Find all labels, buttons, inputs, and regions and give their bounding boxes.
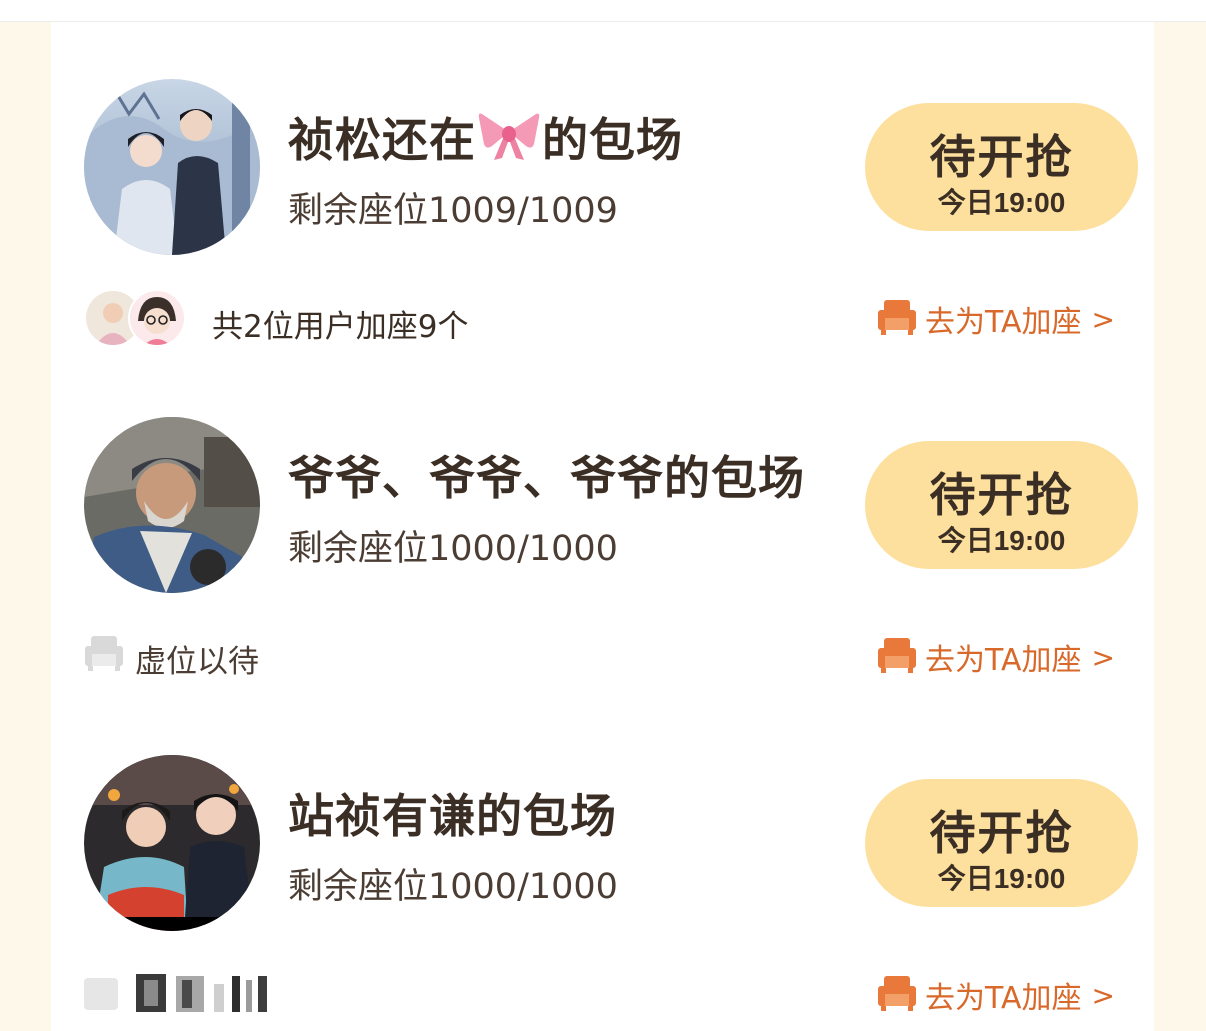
screening-card[interactable]: 爷爷、爷爷、爷爷的包场 剩余座位1000/1000 待开抢 今日19:00 虚位…: [51, 360, 1154, 680]
grab-ticket-button[interactable]: 待开抢 今日19:00: [865, 779, 1138, 907]
add-seat-link[interactable]: 去为TA加座 >: [877, 636, 1115, 678]
add-seat-link[interactable]: 去为TA加座 >: [877, 974, 1115, 1016]
screening-cover: [84, 417, 260, 593]
remaining-seats: 剩余座位1009/1009: [288, 191, 618, 231]
sofa-icon: [877, 974, 917, 1016]
bow-icon: [478, 108, 540, 173]
screening-cover: [84, 79, 260, 255]
screening-title: 爷爷、爷爷、爷爷的包场: [288, 451, 805, 505]
chevron-right-icon: >: [1091, 978, 1115, 1012]
card-footer: 虚位以待 去为TA加座 >: [51, 622, 1154, 692]
grab-button-label: 待开抢: [929, 469, 1074, 521]
sofa-icon: [877, 636, 917, 678]
grab-button-time: 今日19:00: [937, 525, 1066, 556]
grab-button-label: 待开抢: [929, 807, 1074, 859]
add-seat-label: 去为TA加座: [925, 305, 1082, 340]
screening-title: 祯松还在 的包场: [288, 104, 683, 173]
empty-seat-icon: [84, 634, 124, 676]
add-seat-label: 去为TA加座: [925, 981, 1082, 1016]
joined-users-text: 共2位用户加座9个: [212, 309, 469, 345]
grab-button-label: 待开抢: [929, 131, 1074, 183]
screening-title: 站祯有谦的包场: [288, 789, 617, 843]
card-footer: 去为TA加座 >: [51, 960, 1154, 1030]
grab-ticket-button[interactable]: 待开抢 今日19:00: [865, 103, 1138, 231]
user-avatar: [128, 289, 186, 347]
add-seat-link[interactable]: 去为TA加座 >: [877, 298, 1115, 340]
grab-ticket-button[interactable]: 待开抢 今日19:00: [865, 441, 1138, 569]
add-seat-label: 去为TA加座: [925, 643, 1082, 678]
screening-card[interactable]: 站祯有谦的包场 剩余座位1000/1000 待开抢 今日19:00 去为TA加座…: [51, 698, 1154, 1016]
remaining-seats: 剩余座位1000/1000: [288, 867, 618, 907]
blurred-user-info: [84, 970, 274, 1016]
card-footer: 共2位用户加座9个 去为TA加座 >: [51, 284, 1154, 354]
screening-list: 祯松还在 的包场 剩余座位1009/1009 待开抢 今日19:00 共2位用户加…: [51, 22, 1154, 1031]
screening-card[interactable]: 祯松还在 的包场 剩余座位1009/1009 待开抢 今日19:00 共2位用户加…: [51, 22, 1154, 347]
screening-cover: [84, 755, 260, 931]
remaining-seats: 剩余座位1000/1000: [288, 529, 618, 569]
chevron-right-icon: >: [1091, 640, 1115, 674]
grab-button-time: 今日19:00: [937, 863, 1066, 894]
chevron-right-icon: >: [1091, 302, 1115, 336]
grab-button-time: 今日19:00: [937, 187, 1066, 218]
empty-seat-text: 虚位以待: [135, 644, 259, 680]
sofa-icon: [877, 298, 917, 340]
top-bar: [0, 0, 1206, 22]
